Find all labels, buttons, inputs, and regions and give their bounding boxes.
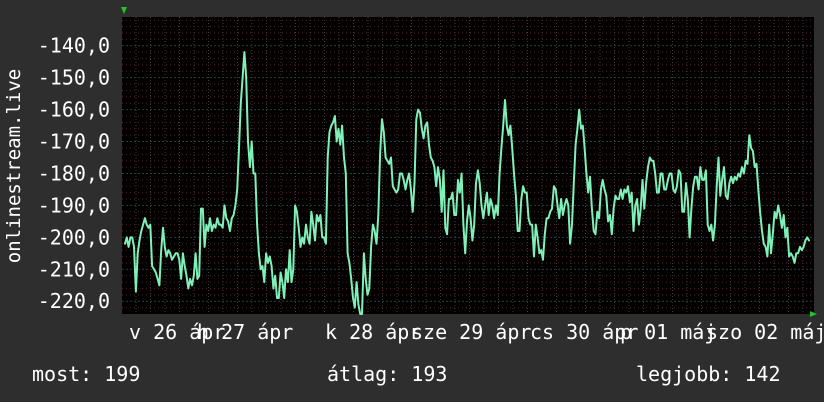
line-chart: -140,0 -150,0 -160,0 -170,0 -180,0 -190,0 -200… [0, 0, 824, 402]
y-tick-label: -180,0 [38, 161, 110, 185]
y-tick-label: -160,0 [38, 98, 110, 122]
best-value-label: legjobb: 142 [636, 362, 781, 386]
y-axis-label: onlinestream.live [3, 69, 25, 263]
y-tick-label: -200,0 [38, 225, 110, 249]
chart-svg: -140,0 -150,0 -160,0 -170,0 -180,0 -190,0 -200… [3, 7, 824, 344]
x-tick-label: p 01 máj [620, 320, 716, 344]
y-tick-label: -220,0 [38, 289, 110, 313]
x-axis: v 26 áprh 27 ápr k 28 áprsze 29 áprcs 30 … [129, 320, 824, 344]
y-tick-label: -150,0 [38, 66, 110, 90]
y-tick-label: -210,0 [38, 257, 110, 281]
x-tick-label: k 28 ápr [325, 320, 421, 344]
x-tick-label: sze 29 ápr [411, 320, 531, 344]
average-value-label: átlag: 193 [327, 362, 448, 386]
x-tick-label: szo 02 máj [706, 320, 824, 344]
y-tick-label: -170,0 [38, 130, 110, 154]
y-tick-label: -140,0 [38, 34, 110, 58]
y-tick-label: -190,0 [38, 193, 110, 217]
x-tick-label: h 27 ápr [197, 320, 293, 344]
y-axis-arrow-icon [121, 7, 127, 14]
current-value-label: most: 199 [32, 362, 141, 386]
